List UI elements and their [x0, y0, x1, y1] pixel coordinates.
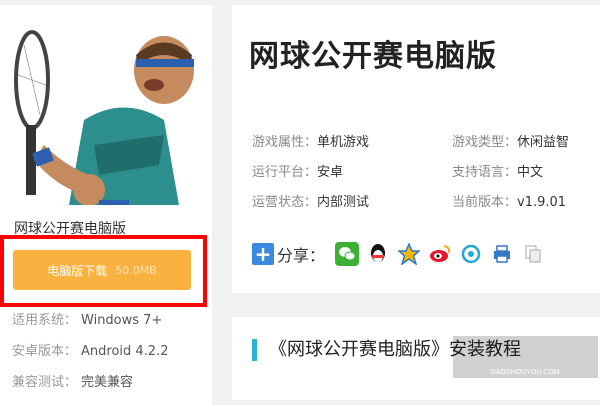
- attribute-key: 支持语言：: [452, 165, 518, 180]
- qq-icon[interactable]: [366, 242, 391, 266]
- attribute-item: 支持语言：中文: [452, 161, 543, 180]
- attribute-key: 游戏属性：: [252, 135, 318, 150]
- info-key: 安卓版本：: [12, 344, 78, 359]
- attribute-key: 运营状态：: [252, 195, 318, 210]
- tencent-weibo-icon[interactable]: [459, 242, 484, 266]
- info-value: 完美兼容: [81, 375, 134, 390]
- share-label: 分享：: [277, 246, 326, 265]
- info-row-compat: 兼容测试： 完美兼容: [12, 371, 133, 390]
- attribute-key: 游戏类型：: [452, 135, 518, 150]
- attribute-value: 内部测试: [317, 195, 370, 210]
- game-detail-panel: 网球公开赛电脑版 游戏属性：单机游戏 游戏类型：休闲益智 运行平台：安卓 支持语…: [232, 5, 600, 293]
- attribute-item: 游戏类型：休闲益智: [452, 131, 569, 150]
- page-title: 网球公开赛电脑版: [249, 39, 497, 74]
- share-plus-icon[interactable]: +: [252, 243, 274, 265]
- attribute-item: 运行平台：安卓: [252, 161, 343, 180]
- print-icon[interactable]: [490, 242, 515, 266]
- download-size: 50.0MB: [115, 263, 157, 277]
- qzone-icon[interactable]: [397, 242, 422, 266]
- weibo-icon[interactable]: [428, 242, 453, 266]
- info-value: Windows 7+: [81, 313, 163, 328]
- article-title[interactable]: 《网球公开赛电脑版》安装教程: [252, 339, 521, 361]
- attribute-key: 当前版本：: [452, 195, 518, 210]
- attribute-item: 当前版本：v1.9.01: [452, 191, 566, 210]
- download-button[interactable]: 电脑版下载 50.0MB: [13, 250, 191, 290]
- game-cover-image[interactable]: [14, 25, 194, 205]
- info-row-system: 适用系统： Windows 7+: [12, 309, 162, 328]
- attribute-value: 安卓: [317, 165, 344, 180]
- copy-icon[interactable]: [521, 242, 546, 266]
- share-bar: + 分享：: [252, 242, 552, 266]
- attribute-value: 中文: [517, 165, 544, 180]
- attribute-item: 运营状态：内部测试: [252, 191, 369, 210]
- attribute-value: v1.9.01: [517, 195, 567, 210]
- info-row-android: 安卓版本： Android 4.2.2: [12, 340, 169, 359]
- attribute-value: 单机游戏: [317, 135, 370, 150]
- attribute-value: 休闲益智: [517, 135, 570, 150]
- article-panel: 《网球公开赛电脑版》安装教程: [232, 317, 600, 400]
- download-label: 电脑版下载: [47, 263, 108, 278]
- wechat-icon[interactable]: [335, 242, 360, 266]
- attribute-item: 游戏属性：单机游戏: [252, 131, 369, 150]
- info-key: 适用系统：: [12, 313, 78, 328]
- info-key: 兼容测试：: [12, 375, 78, 390]
- attribute-key: 运行平台：: [252, 165, 318, 180]
- info-value: Android 4.2.2: [81, 344, 169, 359]
